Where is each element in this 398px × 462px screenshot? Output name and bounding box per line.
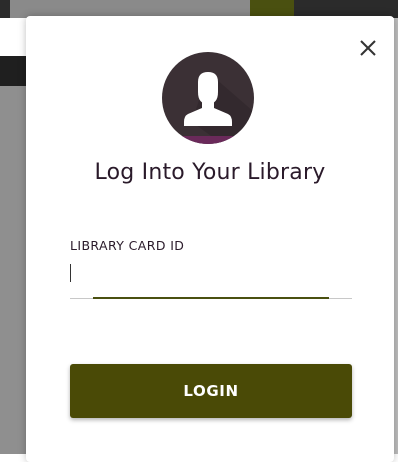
login-button[interactable]: LOGIN <box>70 364 352 418</box>
library-card-input[interactable] <box>70 260 352 296</box>
avatar-accent-band <box>162 136 254 144</box>
library-card-label: LIBRARY CARD ID <box>70 238 185 253</box>
background-overlay-left <box>0 86 26 454</box>
user-avatar-icon <box>162 52 254 144</box>
close-icon <box>360 40 376 56</box>
modal-title: Log Into Your Library <box>94 160 326 185</box>
background-overlay-right <box>394 18 398 454</box>
text-cursor <box>70 264 71 282</box>
close-button[interactable] <box>356 36 380 60</box>
login-modal: Log Into Your Library LIBRARY CARD ID LO… <box>26 16 394 462</box>
input-focus-underline <box>93 297 329 299</box>
